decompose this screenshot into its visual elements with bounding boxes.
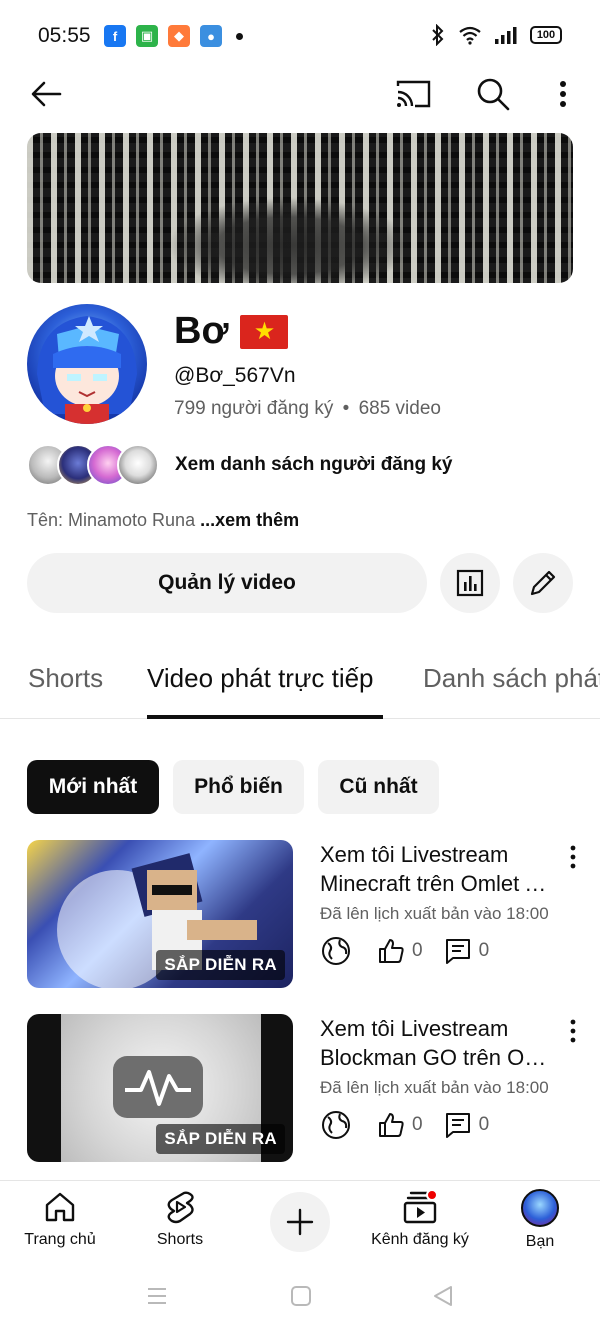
nav-home[interactable]: Trang chủ xyxy=(0,1189,120,1249)
filter-latest-chip[interactable]: Mới nhất xyxy=(27,760,159,814)
app-green-icon: ▣ xyxy=(136,25,158,47)
comment-count: 0 xyxy=(478,940,490,961)
manage-videos-button[interactable]: Quản lý video xyxy=(27,553,427,613)
subscriber-avatar xyxy=(117,444,159,486)
nav-shorts-label: Shorts xyxy=(156,1231,204,1248)
nav-shorts[interactable]: Shorts xyxy=(120,1189,240,1249)
video-title-line: Xem tôi Livestream xyxy=(320,842,509,867)
analytics-button[interactable] xyxy=(440,553,500,613)
nav-subscriptions-label: Kênh đăng ký xyxy=(371,1231,469,1248)
video-schedule: Đã lên lịch xuất bản vào 18:00 xyxy=(320,1078,549,1097)
tab-playlists[interactable]: Danh sách phát xyxy=(423,663,600,694)
video-title-line: Xem tôi Livestream xyxy=(320,1016,509,1041)
video-title-line: Blockman GO trên Omlet Arcade! xyxy=(320,1045,558,1070)
live-placeholder-icon xyxy=(113,1056,203,1118)
active-tab-indicator xyxy=(147,715,383,719)
status-system-icons: 100 xyxy=(430,24,562,46)
back-triangle-icon[interactable] xyxy=(431,1284,455,1308)
more-notifications-dot xyxy=(236,32,243,40)
video-title[interactable]: Xem tôi Livestream Blockman GO trên Omle… xyxy=(320,1014,558,1072)
video-meta: 0 0 xyxy=(320,934,509,968)
nav-home-label: Trang chủ xyxy=(24,1231,96,1248)
status-bar: 05:55 f ▣ ◆ ● 100 xyxy=(0,0,600,70)
pencil-icon xyxy=(530,570,556,596)
plus-icon xyxy=(286,1208,314,1236)
filter-popular-chip[interactable]: Phổ biến xyxy=(173,760,304,814)
facebook-icon: f xyxy=(104,25,126,47)
filter-oldest-chip[interactable]: Cũ nhất xyxy=(318,760,439,814)
tab-live[interactable]: Video phát trực tiếp xyxy=(147,663,374,694)
channel-description[interactable]: Tên: Minamoto Runa ...xem thêm xyxy=(27,510,299,531)
edit-channel-button[interactable] xyxy=(513,553,573,613)
video-item[interactable]: SẮP DIỄN RA Xem tôi Livestream Minecraft… xyxy=(0,840,600,990)
bottom-navigation: Trang chủ Shorts Kênh đăng ký Bạn xyxy=(0,1180,600,1260)
home-icon xyxy=(45,1192,75,1222)
like-count: 0 xyxy=(412,940,423,961)
more-options-icon[interactable] xyxy=(552,76,574,112)
video-meta: 0 0 xyxy=(320,1108,509,1142)
blue-app-icon: ● xyxy=(200,25,222,47)
subscriber-list-row[interactable]: Xem danh sách người đăng ký xyxy=(27,443,453,487)
nav-you-label: Bạn xyxy=(525,1233,555,1250)
video-menu-icon[interactable] xyxy=(568,1018,578,1044)
channel-name: Bơ xyxy=(174,310,229,352)
video-item[interactable]: SẮP DIỄN RA Xem tôi Livestream Blockman … xyxy=(0,1014,600,1164)
upcoming-badge: SẮP DIỄN RA xyxy=(156,950,285,980)
cast-icon[interactable] xyxy=(395,76,433,112)
nav-you[interactable]: Bạn xyxy=(480,1189,600,1251)
back-arrow-icon[interactable] xyxy=(28,76,64,112)
game-app-icon: ◆ xyxy=(168,25,190,47)
video-thumbnail[interactable]: SẮP DIỄN RA xyxy=(27,1014,293,1162)
upcoming-badge: SẮP DIỄN RA xyxy=(156,1124,285,1154)
system-navigation-bar xyxy=(0,1262,600,1333)
avatar-illustration xyxy=(37,316,137,424)
like-count: 0 xyxy=(412,1114,423,1135)
vietnam-flag-icon: ★ xyxy=(240,314,289,349)
like-icon[interactable] xyxy=(376,1110,406,1140)
like-icon[interactable] xyxy=(376,936,406,966)
channel-tabs: Shorts Video phát trực tiếp Danh sách ph… xyxy=(0,645,600,719)
recent-apps-icon[interactable] xyxy=(145,1284,169,1308)
nav-subscriptions[interactable]: Kênh đăng ký xyxy=(360,1189,480,1249)
video-thumbnail[interactable]: SẮP DIỄN RA xyxy=(27,840,293,988)
channel-banner[interactable] xyxy=(27,133,573,283)
stats-separator: • xyxy=(342,398,350,419)
status-time: 05:55 xyxy=(38,24,91,47)
see-more-link[interactable]: ...xem thêm xyxy=(200,510,299,530)
globe-public-icon xyxy=(322,1111,350,1139)
subscriber-list-link[interactable]: Xem danh sách người đăng ký xyxy=(175,454,453,476)
channel-stats: 799 người đăng ký • 685 video xyxy=(174,398,441,420)
create-button[interactable] xyxy=(270,1192,330,1252)
new-content-dot xyxy=(426,1189,438,1201)
subscriber-count: 799 người đăng ký xyxy=(174,398,334,419)
video-menu-icon[interactable] xyxy=(568,844,578,870)
bluetooth-icon xyxy=(432,24,444,46)
you-avatar xyxy=(521,1189,559,1227)
comment-icon[interactable] xyxy=(443,1110,473,1140)
status-notification-icons: f ▣ ◆ ● xyxy=(104,25,243,47)
video-schedule: Đã lên lịch xuất bản vào 18:00 xyxy=(320,904,549,923)
channel-avatar[interactable] xyxy=(27,304,147,424)
home-square-icon[interactable] xyxy=(289,1284,313,1308)
comment-icon[interactable] xyxy=(443,936,473,966)
video-title[interactable]: Xem tôi Livestream Minecraft trên Omlet … xyxy=(320,840,558,898)
globe-public-icon xyxy=(322,937,350,965)
analytics-icon xyxy=(456,569,484,597)
top-app-bar xyxy=(0,70,600,120)
video-count: 685 video xyxy=(358,398,441,419)
video-title-line: Minecraft trên Omlet Arcade! xyxy=(320,871,558,896)
channel-handle: @Bơ_567Vn xyxy=(174,364,296,387)
channel-name-row: Bơ ★ xyxy=(174,310,289,353)
battery-indicator: 100 xyxy=(530,26,562,44)
signal-icon xyxy=(495,27,517,44)
search-icon[interactable] xyxy=(475,76,511,112)
comment-count: 0 xyxy=(478,1114,490,1135)
description-text: Tên: Minamoto Runa xyxy=(27,510,201,530)
wifi-icon xyxy=(459,26,481,45)
tab-shorts[interactable]: Shorts xyxy=(28,663,103,694)
shorts-icon xyxy=(167,1191,194,1224)
